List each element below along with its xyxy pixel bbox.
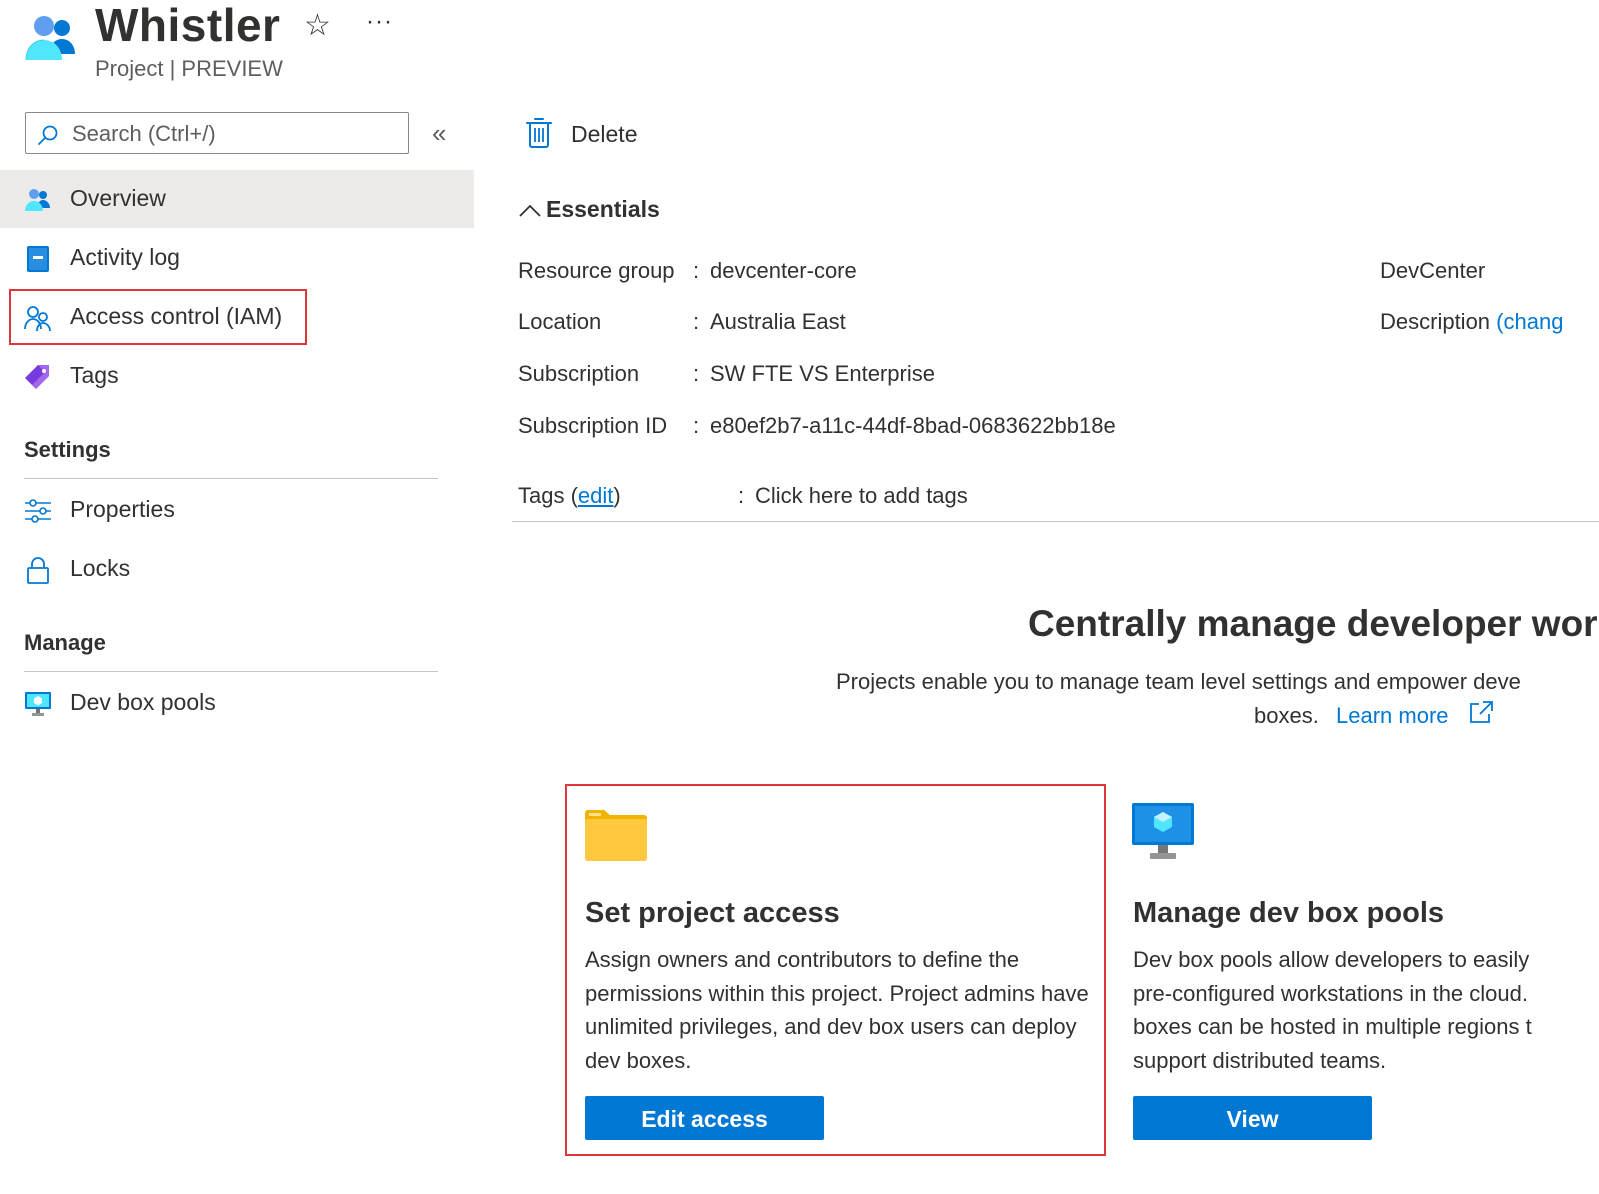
tags-edit-link[interactable]: edit <box>578 483 613 508</box>
sidebar-item-activity-log[interactable]: Activity log <box>0 229 474 287</box>
field-label-devcenter: DevCenter <box>1380 258 1486 283</box>
hero-description-cont: boxes. <box>1254 703 1319 728</box>
essentials-label: Essentials <box>546 196 660 222</box>
divider <box>24 671 438 672</box>
card-title-set-project-access: Set project access <box>585 897 840 929</box>
card-description: Assign owners and contributors to define… <box>585 947 1089 1073</box>
field-colon: : <box>693 258 700 283</box>
folder-icon <box>585 810 647 861</box>
sidebar-item-access-control[interactable]: Access control (IAM) <box>0 288 474 346</box>
sidebar-item-overview[interactable]: Overview <box>0 170 474 228</box>
delete-label: Delete <box>571 121 638 147</box>
sidebar-item-locks[interactable]: Locks <box>0 540 474 598</box>
field-colon: : <box>693 413 700 438</box>
people-outline-icon <box>24 306 51 332</box>
search-input[interactable] <box>70 119 394 149</box>
sliders-icon <box>25 499 51 523</box>
hero-description: Projects enable you to manage team level… <box>836 669 1521 694</box>
sidebar-item-label: Locks <box>70 555 131 581</box>
sidebar-item-label: Activity log <box>70 244 180 270</box>
lock-icon <box>27 557 49 584</box>
sidebar-item-properties[interactable]: Properties <box>0 481 474 539</box>
favorite-star-icon[interactable]: ☆ <box>304 8 331 43</box>
search-box[interactable] <box>25 112 409 154</box>
sidebar-item-dev-box-pools[interactable]: Dev box pools <box>0 674 474 732</box>
divider <box>512 521 1599 522</box>
field-label-subscription: Subscription <box>518 361 640 386</box>
hero-title: Centrally manage developer wor <box>1028 603 1598 644</box>
people-icon <box>25 189 50 211</box>
sidebar-item-label: Access control (IAM) <box>70 303 283 329</box>
activity-log-icon <box>27 246 49 272</box>
external-link-icon[interactable] <box>1468 700 1494 724</box>
subscription-id-value: e80ef2b7-a11c-44df-8bad-0683622bb18e <box>710 413 1116 438</box>
chevron-up-icon <box>519 204 541 217</box>
add-tags-link[interactable]: Click here to add tags <box>755 483 968 509</box>
field-colon: : <box>738 483 745 508</box>
resource-group-link[interactable]: devcenter-core <box>710 258 857 284</box>
sidebar-item-label: Tags <box>70 362 119 388</box>
sidebar-item-label: Dev box pools <box>70 689 216 715</box>
description-change-link[interactable]: (chang <box>1496 309 1563 334</box>
card-title-manage-dev-box-pools: Manage dev box pools <box>1133 897 1444 929</box>
trash-icon <box>526 118 552 148</box>
sidebar-item-label: Properties <box>70 496 175 522</box>
field-label-location: Location <box>518 309 602 334</box>
sidebar-item-tags[interactable]: Tags <box>0 347 474 405</box>
collapse-sidebar-icon[interactable]: « <box>432 118 446 149</box>
learn-more-link[interactable]: Learn more <box>1336 703 1449 729</box>
tags-field-label: Tags (edit) <box>518 483 621 509</box>
essentials-toggle[interactable]: Essentials <box>518 196 660 223</box>
subscription-link[interactable]: SW FTE VS Enterprise <box>710 361 935 387</box>
tag-icon <box>25 365 49 389</box>
more-options-icon[interactable]: ··· <box>366 8 393 36</box>
field-label-description: Description <box>1380 309 1491 334</box>
sidebar-item-label: Overview <box>70 185 166 211</box>
field-colon: : <box>693 361 700 386</box>
tags-label: Tags ( <box>518 483 578 508</box>
page-subtitle: Project | PREVIEW <box>95 56 283 81</box>
section-title-manage: Manage <box>24 630 106 655</box>
project-people-icon <box>22 10 78 66</box>
description-field: Description (chang <box>1380 309 1563 335</box>
monitor-icon <box>1132 803 1194 859</box>
field-colon: : <box>693 309 700 334</box>
field-label-subscription-id: Subscription ID <box>518 413 668 438</box>
location-value: Australia East <box>710 309 846 334</box>
view-button[interactable]: View <box>1133 1096 1372 1140</box>
field-label-resource-group: Resource group <box>518 258 675 283</box>
tags-label-suffix: ) <box>613 483 621 508</box>
card-description: Dev box pools allow developers to easily… <box>1133 947 1532 1073</box>
section-title-settings: Settings <box>24 437 111 462</box>
page-title: Whistler <box>95 0 281 51</box>
edit-access-button[interactable]: Edit access <box>585 1096 824 1140</box>
search-icon <box>38 125 58 145</box>
monitor-icon <box>25 692 51 716</box>
divider <box>24 478 438 479</box>
